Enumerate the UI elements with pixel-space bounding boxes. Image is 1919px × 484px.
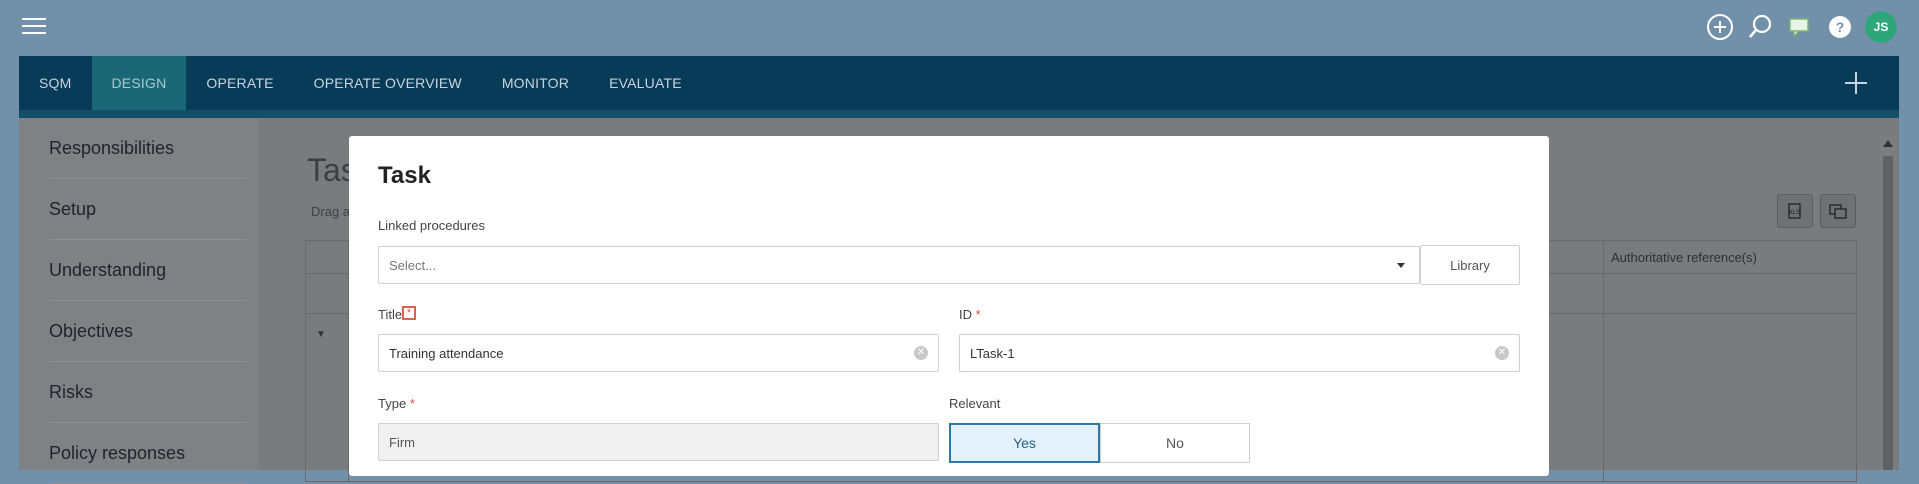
page-subtitle: Drag a (311, 204, 351, 219)
sidebar-item-objectives[interactable]: Objectives (49, 301, 247, 362)
title-input-value: Training attendance (389, 345, 504, 361)
type-label-text: Type (378, 396, 407, 411)
tab-sqm[interactable]: SQM (19, 56, 92, 110)
modal-title: Task (378, 162, 431, 189)
id-input[interactable]: LTask-1 ✕ (959, 334, 1520, 372)
scroll-up-arrow-icon[interactable] (1883, 140, 1893, 147)
help-icon[interactable]: ? (1825, 12, 1855, 42)
required-marker-highlight: * (402, 306, 416, 320)
plus-circle-icon[interactable] (1705, 12, 1735, 42)
sidebar-item-risks[interactable]: Risks (49, 362, 247, 423)
linked-procedures-label: Linked procedures (378, 218, 485, 233)
id-input-value: LTask-1 (970, 345, 1015, 361)
select-placeholder: Select... (389, 257, 436, 273)
library-button[interactable]: Library (1420, 245, 1520, 285)
hamburger-menu-icon[interactable] (22, 18, 46, 36)
expand-caret-icon[interactable]: ▼ (316, 329, 326, 340)
sidebar-item-policy-responses[interactable]: Policy responses (49, 423, 247, 484)
chevron-down-icon (1397, 263, 1405, 268)
relevant-label: Relevant (949, 396, 1001, 411)
top-icons: ? JS (1705, 10, 1919, 44)
search-icon[interactable] (1745, 12, 1775, 42)
scroll-thumb[interactable] (1883, 156, 1893, 470)
linked-procedures-select[interactable]: Select... (378, 246, 1420, 284)
type-field: Firm (378, 423, 939, 461)
title-label-text: Title (378, 307, 403, 322)
relevant-no-button[interactable]: No (1100, 423, 1250, 463)
relevant-yes-button[interactable]: Yes (949, 423, 1100, 463)
tab-operate-overview[interactable]: OPERATE OVERVIEW (294, 56, 482, 110)
sidebar: Responsibilities Setup Understanding Obj… (19, 118, 259, 484)
nav-divider (19, 110, 1899, 118)
svg-text:XLS: XLS (1789, 210, 1800, 216)
sidebar-item-setup[interactable]: Setup (49, 179, 247, 240)
svg-text:?: ? (1836, 19, 1845, 35)
clear-icon[interactable]: ✕ (1495, 346, 1509, 360)
sidebar-item-responsibilities[interactable]: Responsibilities (49, 118, 247, 179)
chat-icon[interactable] (1785, 12, 1815, 42)
sidebar-item-understanding[interactable]: Understanding (49, 240, 247, 301)
type-label: Type * (378, 396, 415, 411)
title-label: Title (378, 307, 402, 322)
avatar[interactable]: JS (1865, 11, 1897, 43)
task-modal: Task Linked procedures Select... Library… (349, 136, 1549, 476)
tab-monitor[interactable]: MONITOR (482, 56, 589, 110)
table-column-divider (1603, 241, 1604, 481)
sidebar-item-label: Responsibilities (49, 137, 175, 158)
id-label: ID * (959, 307, 981, 322)
add-tab-plus-icon[interactable] (1843, 70, 1869, 96)
required-marker: * (409, 396, 415, 411)
sidebar-item-label: Setup (49, 198, 97, 219)
id-label-text: ID (959, 307, 972, 322)
required-marker: * (975, 307, 981, 322)
export-excel-button[interactable]: XLS (1777, 194, 1813, 228)
column-header-authoritative-references[interactable]: Authoritative reference(s) (1611, 250, 1757, 265)
tab-design[interactable]: DESIGN (91, 56, 187, 110)
sidebar-item-label: Policy responses (49, 442, 186, 463)
title-input[interactable]: Training attendance ✕ (378, 334, 939, 372)
scrollbar[interactable] (1880, 136, 1896, 470)
sidebar-item-label: Understanding (49, 259, 167, 280)
tab-evaluate[interactable]: EVALUATE (589, 56, 702, 110)
clear-icon[interactable]: ✕ (914, 346, 928, 360)
type-field-value: Firm (389, 434, 415, 450)
copy-button[interactable] (1820, 194, 1856, 228)
sidebar-item-label: Objectives (49, 320, 134, 341)
tab-operate[interactable]: OPERATE (186, 56, 293, 110)
sidebar-item-label: Risks (49, 381, 93, 402)
top-bar: ? JS (0, 0, 1919, 55)
main-nav: SQM DESIGN OPERATE OPERATE OVERVIEW MONI… (19, 56, 1899, 110)
